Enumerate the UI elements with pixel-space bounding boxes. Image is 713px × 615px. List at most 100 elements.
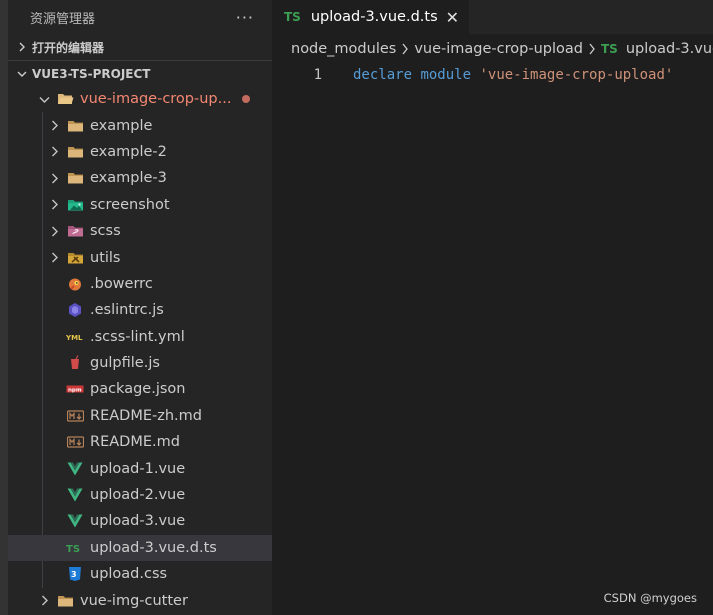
folder-open-icon: [56, 90, 74, 108]
tree-file-item[interactable]: README.md: [8, 429, 272, 455]
tree-file-item[interactable]: .bowerrc: [8, 271, 272, 297]
tree-item-label: upload-1.vue: [90, 460, 186, 477]
tree-item-label: utils: [90, 249, 121, 266]
vue-icon: [66, 486, 84, 504]
tree-item-label: README.md: [90, 434, 180, 451]
svg-text:npm: npm: [68, 388, 82, 394]
chevron-right-icon: [46, 120, 62, 131]
folder-images-icon: [66, 196, 84, 214]
tree-folder-item[interactable]: example: [8, 112, 272, 138]
chevron-right-icon: [14, 42, 30, 52]
vue-icon: [66, 460, 84, 478]
tree-item-label: upload-3.vue.d.ts: [90, 539, 217, 556]
folder-icon: [56, 592, 74, 610]
svg-text:3: 3: [71, 570, 77, 579]
tree-folder-item[interactable]: vue-img-cutter: [8, 587, 272, 613]
chevron-right-icon: [401, 43, 409, 55]
tree-item-label: README-zh.md: [90, 407, 202, 424]
tree-item-label: upload.css: [90, 566, 168, 583]
tree-item-label: example-3: [90, 170, 167, 187]
vue-icon: [66, 512, 84, 530]
tree-file-item[interactable]: upload-3.vue: [8, 508, 272, 534]
tree-item-label: .eslintrc.js: [90, 302, 164, 319]
tree-item-label: upload-3.vue: [90, 513, 186, 530]
tree-folder-item[interactable]: screenshot: [8, 192, 272, 218]
chevron-right-icon: [46, 146, 62, 157]
tree-folder-item[interactable]: utils: [8, 244, 272, 270]
project-section[interactable]: VUE3-TS-PROJECT: [8, 60, 272, 86]
gulp-icon: [66, 354, 84, 372]
tree-item-label: scss: [90, 223, 121, 240]
typescript-icon: TS: [600, 42, 618, 56]
tree-item-label: upload-2.vue: [90, 487, 186, 504]
chevron-down-icon: [36, 95, 52, 104]
folder-icon: [66, 169, 84, 187]
watermark: CSDN @mygoes: [603, 591, 697, 605]
svg-text:TS: TS: [66, 544, 80, 554]
breadcrumb-item[interactable]: upload-3.vue.d.ts: [626, 41, 713, 57]
chevron-right-icon: [36, 595, 52, 606]
explorer-title: 资源管理器: [30, 11, 96, 27]
tree-file-item[interactable]: gulpfile.js: [8, 350, 272, 376]
tab-label: upload-3.vue.d.ts: [310, 9, 438, 25]
folder-utils-icon: [66, 249, 84, 267]
keyword-token: declare: [353, 67, 413, 83]
chevron-down-icon: [14, 69, 30, 79]
line-number: 1: [313, 67, 322, 83]
yaml-icon: YML: [66, 328, 84, 346]
tree-file-item[interactable]: upload-1.vue: [8, 455, 272, 481]
editor-area: TS upload-3.vue.d.ts ✕ node_modules vue-…: [272, 0, 713, 615]
markdown-icon: [66, 433, 84, 451]
typescript-icon: TS: [284, 10, 301, 24]
tree-item-label: example-2: [90, 143, 167, 160]
folder-icon: [66, 143, 84, 161]
css-icon: 3: [66, 565, 84, 583]
breadcrumb-item[interactable]: vue-image-crop-upload: [414, 41, 583, 57]
tree-item-label: vue-image-crop-up...: [80, 91, 232, 108]
tree-folder-item[interactable]: example-3: [8, 165, 272, 191]
tree-folder-item[interactable]: vue-image-crop-up...: [8, 86, 272, 112]
tree-file-item[interactable]: 3 upload.css: [8, 561, 272, 587]
breadcrumb: node_modules vue-image-crop-upload TS up…: [272, 34, 713, 64]
chevron-right-icon: [46, 173, 62, 184]
eslint-icon: [66, 301, 84, 319]
explorer-header: 资源管理器 ···: [8, 0, 272, 34]
tree-item-label: vue-img-cutter: [80, 592, 188, 609]
code-text: declare module 'vue-image-crop-upload': [353, 67, 673, 83]
tree-folder-item[interactable]: example-2: [8, 139, 272, 165]
tab-bar: TS upload-3.vue.d.ts ✕: [272, 0, 713, 34]
editor-tab-active[interactable]: TS upload-3.vue.d.ts ✕: [272, 0, 470, 34]
tree-file-item[interactable]: npm package.json: [8, 376, 272, 402]
string-token: 'vue-image-crop-upload': [479, 67, 674, 83]
npm-icon: npm: [66, 380, 84, 398]
modified-dot-icon: [242, 95, 250, 104]
tree-file-item[interactable]: README-zh.md: [8, 403, 272, 429]
chevron-right-icon: [46, 226, 62, 237]
bower-icon: [66, 275, 84, 293]
open-editors-label: 打开的编辑器: [32, 40, 105, 55]
svg-text:YML: YML: [66, 334, 83, 342]
chevron-right-icon: [46, 199, 62, 210]
folder-scss-icon: [66, 222, 84, 240]
breadcrumb-item[interactable]: node_modules: [291, 41, 396, 57]
more-actions-button[interactable]: ···: [236, 8, 254, 27]
folder-icon: [66, 117, 84, 135]
project-label: VUE3-TS-PROJECT: [32, 66, 151, 81]
chevron-right-icon: [46, 252, 62, 263]
file-tree: vue-image-crop-up... example example-2 exam…: [8, 86, 272, 614]
close-icon[interactable]: ✕: [446, 8, 459, 27]
markdown-icon: [66, 407, 84, 425]
tree-file-item[interactable]: YML .scss-lint.yml: [8, 324, 272, 350]
tree-file-item[interactable]: upload-2.vue: [8, 482, 272, 508]
tree-file-item[interactable]: TS upload-3.vue.d.ts: [8, 534, 272, 562]
tree-item-label: .bowerrc: [90, 275, 153, 292]
open-editors-section[interactable]: 打开的编辑器: [8, 34, 272, 60]
chevron-right-icon: [588, 43, 596, 55]
keyword-token: module: [420, 67, 472, 83]
tree-folder-item[interactable]: scss: [8, 218, 272, 244]
code-line[interactable]: 1 declare module 'vue-image-crop-upload': [272, 64, 713, 86]
tree-item-label: gulpfile.js: [90, 355, 160, 372]
explorer-sidebar: 资源管理器 ··· 打开的编辑器 VUE3-TS-PROJECT vue-ima…: [8, 0, 272, 615]
tree-file-item[interactable]: .eslintrc.js: [8, 297, 272, 323]
typescript-icon: TS: [66, 539, 84, 557]
